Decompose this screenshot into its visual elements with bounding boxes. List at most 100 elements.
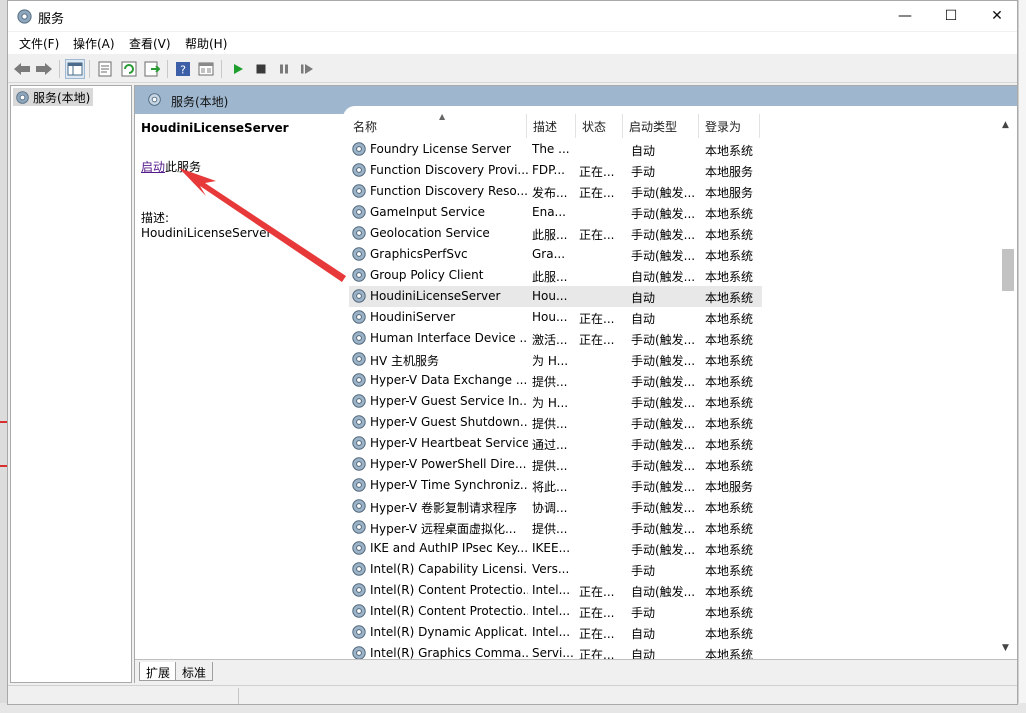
service-row[interactable]: Intel(R) Capability Licensi... Vers... 手动 本… (349, 559, 762, 580)
scroll-down-icon[interactable]: ▼ (1002, 643, 1009, 653)
menu-file[interactable]: 文件(F) (19, 35, 59, 52)
detail-description-value: HoudiniLicenseServer (141, 226, 272, 240)
service-startup-type: 手动 (631, 165, 656, 179)
tab-extended[interactable]: 扩展 (139, 662, 178, 681)
service-startup-type: 自动 (631, 144, 656, 158)
restart-service-icon[interactable] (297, 59, 317, 79)
service-gear-icon (352, 268, 366, 282)
start-service-icon[interactable] (228, 59, 248, 79)
properties-icon[interactable] (95, 59, 115, 79)
service-gear-icon (352, 373, 366, 387)
service-log-on-as: 本地系统 (705, 585, 754, 599)
service-row[interactable]: GameInput Service Ena... 手动(触发... 本地系统 (349, 202, 762, 223)
service-description: 发布... (532, 186, 568, 200)
service-status: 正在... (579, 312, 615, 326)
column-status[interactable]: 状态 (582, 118, 606, 135)
service-row[interactable]: GraphicsPerfSvc Gra... 手动(触发... 本地系统 (349, 244, 762, 265)
service-description: 提供... (532, 459, 568, 473)
service-row[interactable]: Hyper-V Guest Service In... 为 H... 手动(触发..… (349, 391, 762, 412)
service-row[interactable]: Hyper-V Guest Shutdown... 提供... 手动(触发... 本地… (349, 412, 762, 433)
export-list-icon[interactable] (142, 59, 162, 79)
service-description: Hou... (532, 310, 568, 324)
service-status: 正在... (579, 165, 615, 179)
service-gear-icon (352, 478, 366, 492)
service-name: Intel(R) Content Protectio... (370, 604, 528, 618)
title-bar: 服务 — ☐ ✕ (8, 1, 1017, 31)
service-log-on-as: 本地系统 (705, 606, 754, 620)
service-startup-type: 自动(触发... (631, 585, 696, 599)
service-row[interactable]: HV 主机服务 为 H... 手动(触发... 本地系统 (349, 349, 762, 370)
scrollbar-thumb[interactable] (1002, 249, 1014, 291)
minimize-button[interactable]: — (882, 1, 928, 31)
help-icon[interactable]: ? (173, 59, 193, 79)
service-row[interactable]: Hyper-V 卷影复制请求程序 协调... 手动(触发... 本地系统 (349, 496, 762, 517)
tree-item-services-local[interactable]: 服务(本地) (13, 88, 94, 106)
forward-icon[interactable] (34, 59, 54, 79)
tab-standard[interactable]: 标准 (175, 662, 214, 681)
view-icon[interactable] (196, 59, 216, 79)
service-name: GraphicsPerfSvc (370, 247, 468, 261)
service-gear-icon (352, 541, 366, 555)
service-log-on-as: 本地系统 (705, 228, 754, 242)
service-description: Ena... (532, 205, 566, 219)
service-startup-type: 手动(触发... (631, 522, 696, 536)
view-tabs: 扩展 标准 (135, 659, 1017, 683)
service-startup-type: 手动(触发... (631, 501, 696, 515)
service-row[interactable]: Hyper-V Time Synchroniz... 将此... 手动(触发... 本… (349, 475, 762, 496)
service-gear-icon (352, 499, 366, 513)
close-button[interactable]: ✕ (974, 1, 1017, 31)
service-name: Hyper-V Data Exchange ... (370, 373, 528, 387)
service-row[interactable]: Hyper-V Data Exchange ... 提供... 手动(触发... 本地… (349, 370, 762, 391)
scroll-up-icon[interactable]: ▲ (1002, 120, 1009, 130)
start-service-link[interactable]: 启动 (141, 160, 165, 174)
service-log-on-as: 本地系统 (705, 627, 754, 641)
service-row[interactable]: Hyper-V Heartbeat Service 通过... 手动(触发... 本地… (349, 433, 762, 454)
menu-view[interactable]: 查看(V) (129, 35, 171, 52)
service-row[interactable]: Hyper-V PowerShell Dire... 提供... 手动(触发... 本… (349, 454, 762, 475)
stop-service-icon[interactable] (251, 59, 271, 79)
service-log-on-as: 本地服务 (705, 165, 754, 179)
service-name: GameInput Service (370, 205, 485, 219)
service-row[interactable]: Intel(R) Content Protectio... Intel... 正在.… (349, 580, 762, 601)
service-row[interactable]: IKE and AuthIP IPsec Key... IKEE... 手动(触发.… (349, 538, 762, 559)
back-icon[interactable] (12, 59, 32, 79)
vertical-scrollbar[interactable]: ▲ ▼ (995, 114, 1017, 659)
service-name: Intel(R) Graphics Comma... (370, 646, 528, 660)
refresh-icon[interactable] (119, 59, 139, 79)
service-row[interactable]: Function Discovery Provi... FDP... 正在... 手动… (349, 160, 762, 181)
service-row[interactable]: Human Interface Device ... 激活... 正在... 手动(触… (349, 328, 762, 349)
service-startup-type: 手动(触发... (631, 354, 696, 368)
service-row[interactable]: Intel(R) Content Protectio... Intel... 正在.… (349, 601, 762, 622)
service-status: 正在... (579, 228, 615, 242)
service-row[interactable]: Geolocation Service 此服... 正在... 手动(触发... 本地系… (349, 223, 762, 244)
service-log-on-as: 本地系统 (705, 207, 754, 221)
service-gear-icon (352, 457, 366, 471)
column-name[interactable]: 名称 (353, 118, 377, 135)
service-startup-type: 手动(触发... (631, 249, 696, 263)
show-hide-tree-icon[interactable] (65, 59, 85, 79)
service-name: Hyper-V Heartbeat Service (370, 436, 528, 450)
maximize-button[interactable]: ☐ (928, 1, 974, 31)
menu-help[interactable]: 帮助(H) (185, 35, 227, 52)
window-title: 服务 (38, 12, 65, 27)
service-row[interactable]: Function Discovery Reso... 发布... 正在... 手动(触… (349, 181, 762, 202)
service-description: 激活... (532, 333, 568, 347)
service-row[interactable]: Group Policy Client 此服... 自动(触发... 本地系统 (349, 265, 762, 286)
menu-action[interactable]: 操作(A) (73, 35, 115, 52)
pause-service-icon[interactable] (274, 59, 294, 79)
service-row[interactable]: HoudiniLicenseServer Hou... 自动 本地系统 (349, 286, 762, 307)
detail-service-name: HoudiniLicenseServer (141, 121, 289, 135)
service-startup-type: 手动(触发... (631, 375, 696, 389)
column-log-on-as[interactable]: 登录为 (705, 118, 741, 135)
column-startup-type[interactable]: 启动类型 (629, 118, 677, 135)
service-row[interactable]: Intel(R) Dynamic Applicat... Intel... 正在..… (349, 622, 762, 643)
service-row[interactable]: Hyper-V 远程桌面虚拟化... 提供... 手动(触发... 本地系统 (349, 517, 762, 538)
service-row[interactable]: HoudiniServer Hou... 正在... 自动 本地系统 (349, 307, 762, 328)
service-name: HoudiniLicenseServer (370, 289, 501, 303)
service-row[interactable]: Foundry License Server The ... 自动 本地系统 (349, 139, 762, 160)
service-startup-type: 手动(触发... (631, 480, 696, 494)
service-description: 通过... (532, 438, 568, 452)
service-startup-type: 手动(触发... (631, 228, 696, 242)
column-description[interactable]: 描述 (533, 118, 557, 135)
service-gear-icon (352, 583, 366, 597)
